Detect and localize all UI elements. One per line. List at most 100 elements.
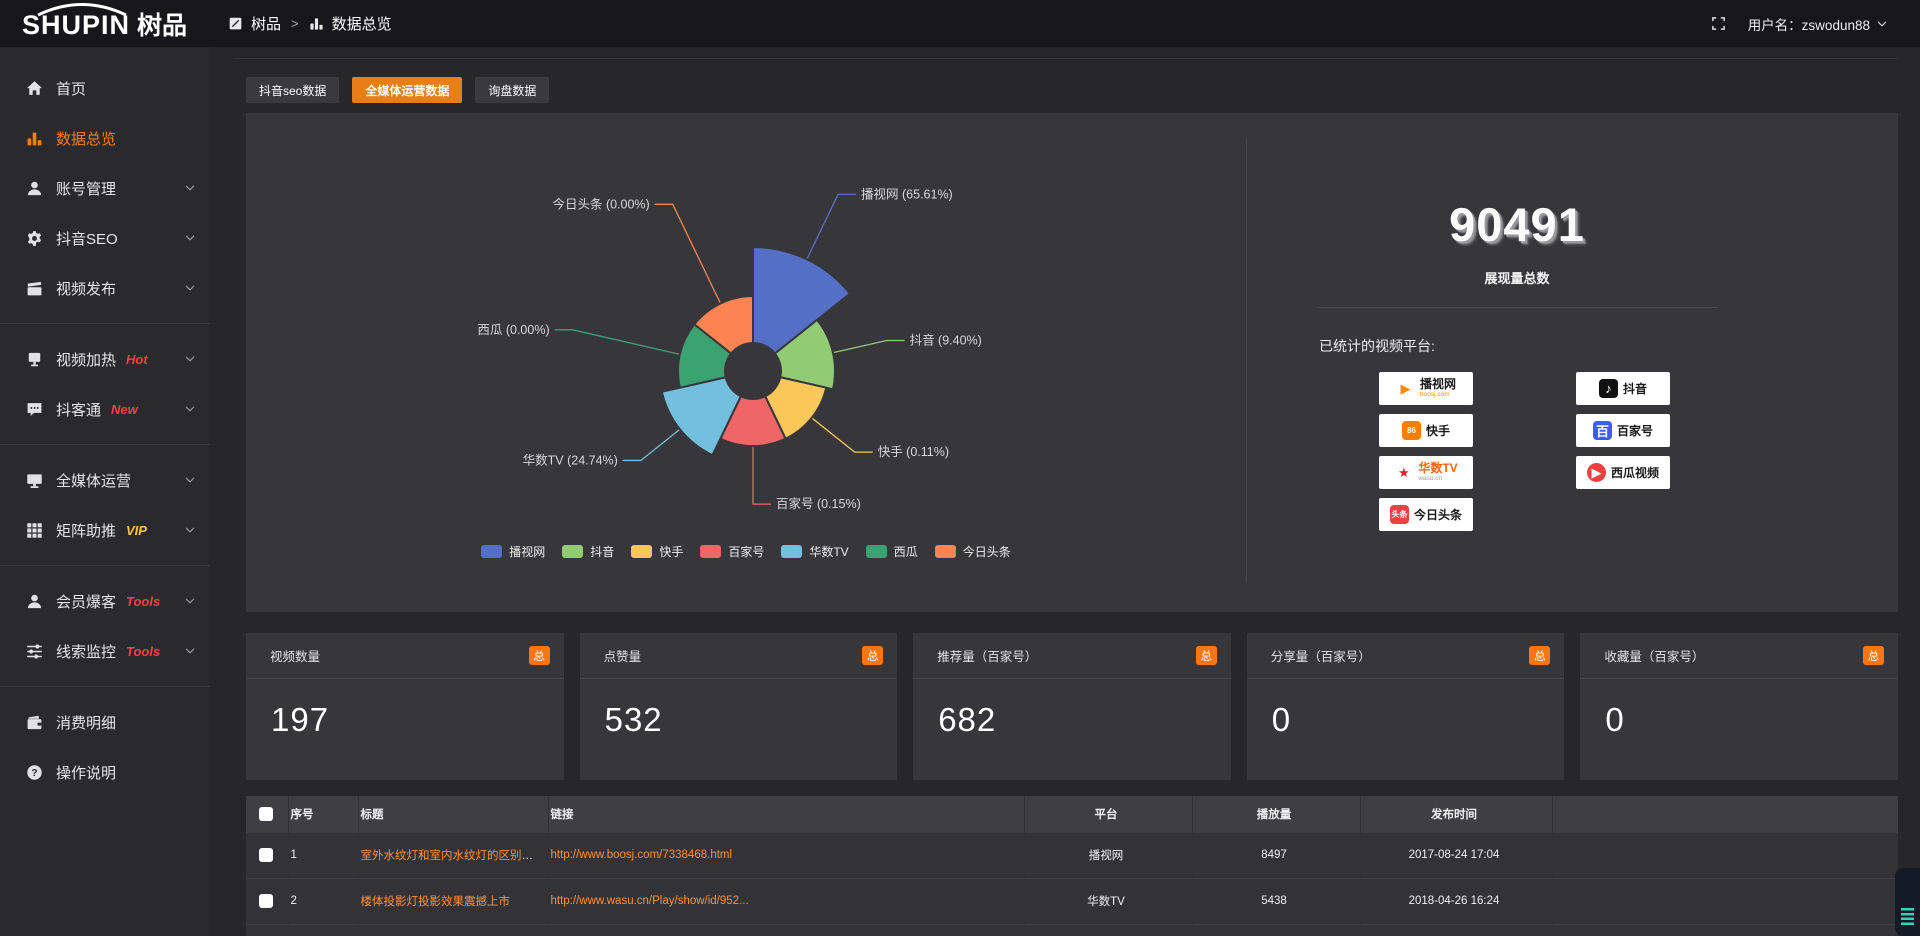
legend-item[interactable]: 西瓜: [866, 543, 918, 560]
sliders-icon: [26, 643, 43, 660]
select-all-checkbox[interactable]: [259, 807, 273, 821]
sidebar-item[interactable]: 会员爆客 Tools: [0, 576, 210, 626]
chevron-down-icon: [184, 232, 196, 244]
sidebar: 首页 数据总览 账号管理 抖音SEO 视频发布: [0, 47, 210, 936]
stat-card-value: 0: [1272, 701, 1565, 739]
legend-label: 今日头条: [963, 543, 1011, 560]
fullscreen-icon[interactable]: [1711, 16, 1726, 31]
legend-item[interactable]: 抖音: [562, 543, 614, 560]
platform-badge-label: 华数TV: [1418, 462, 1457, 474]
chevron-down-icon: [184, 524, 196, 536]
pie-label: 华数TV (24.74%): [523, 452, 618, 467]
stat-card-total-badge[interactable]: 总: [529, 646, 550, 665]
column-header: 序号: [288, 796, 358, 832]
platform-badge: 86 快手: [1379, 414, 1473, 447]
sidebar-item[interactable]: ? 操作说明: [0, 747, 210, 797]
stat-card-label: 收藏量（百家号）: [1604, 646, 1704, 665]
tab-inactive[interactable]: 抖音seo数据: [246, 77, 339, 103]
legend-item[interactable]: 快手: [631, 543, 683, 560]
stat-card: 分享量（百家号） 总 0: [1247, 633, 1565, 780]
video-title-link[interactable]: 楼体投影灯投影效果震撼上市: [361, 896, 511, 908]
legend-label: 百家号: [728, 543, 764, 560]
pie-label: 快手 (0.11%): [878, 445, 949, 459]
sidebar-item-label: 矩阵助推: [56, 520, 116, 541]
platform-badge-label: 百家号: [1617, 425, 1653, 437]
sidebar-item[interactable]: 消费明细: [0, 697, 210, 747]
stat-card: 点赞量 总 532: [580, 633, 898, 780]
column-header-empty: [1552, 796, 1898, 832]
sidebar-item-label: 数据总览: [56, 128, 116, 149]
videos-table: 序号标题链接平台播放量发布时间 1 室外水纹灯和室内水纹灯的区别和简介 http…: [246, 796, 1898, 936]
pie-label-line: [834, 341, 905, 353]
sidebar-item[interactable]: 矩阵助推 VIP: [0, 505, 210, 555]
user-icon: [26, 180, 43, 197]
chevron-down-icon: [184, 403, 196, 415]
legend-item[interactable]: 播视网: [481, 543, 545, 560]
stat-card-value: 532: [605, 701, 898, 739]
sidebar-item[interactable]: 视频发布: [0, 263, 210, 313]
stat-card-total-badge[interactable]: 总: [862, 646, 883, 665]
pie-slice[interactable]: [662, 377, 741, 455]
sidebar-item[interactable]: 视频加热 Hot: [0, 334, 210, 384]
stat-card-label: 推荐量（百家号）: [937, 646, 1037, 665]
logo-text-cn: 树品: [137, 6, 187, 42]
chevron-down-icon: [184, 353, 196, 365]
floating-widget[interactable]: [1895, 868, 1920, 936]
username-menu[interactable]: 用户名：zswodun88: [1748, 14, 1888, 34]
summary-divider: [1317, 307, 1717, 308]
sidebar-item-label: 首页: [56, 78, 86, 99]
video-title-link[interactable]: 室外水纹灯和室内水纹灯的区别和简介: [361, 850, 549, 862]
sidebar-item[interactable]: 抖客通 New: [0, 384, 210, 434]
legend-item[interactable]: 今日头条: [935, 543, 1011, 560]
legend-swatch: [562, 545, 583, 558]
table-row-clipped: [246, 924, 1898, 936]
baijiahao-logo-icon: 百: [1593, 421, 1612, 440]
stat-card-total-badge[interactable]: 总: [1529, 646, 1550, 665]
chevron-down-icon: [184, 474, 196, 486]
tab-inactive[interactable]: 询盘数据: [475, 77, 549, 103]
row-checkbox[interactable]: [259, 848, 273, 862]
sidebar-item[interactable]: 抖音SEO: [0, 213, 210, 263]
legend-label: 快手: [659, 543, 683, 560]
sidebar-item-label: 消费明细: [56, 712, 116, 733]
legend-item[interactable]: 百家号: [700, 543, 764, 560]
platform-badge-label: 今日头条: [1414, 509, 1462, 521]
cell-index: 1: [288, 832, 358, 878]
sidebar-divider: [0, 323, 210, 324]
sidebar-item[interactable]: 账号管理: [0, 163, 210, 213]
platform-badge: ▶ 播视网 boosj.com: [1379, 372, 1473, 405]
pie-label-line: [655, 204, 720, 302]
overview-panel: 播视网 (65.61%)抖音 (9.40%)快手 (0.11%)百家号 (0.1…: [246, 113, 1898, 612]
doc-icon: [228, 16, 243, 31]
wasu-logo-icon: ★: [1394, 463, 1413, 482]
stat-card-total-badge[interactable]: 总: [1863, 646, 1884, 665]
sidebar-item-label: 抖音SEO: [56, 228, 118, 249]
sidebar-item[interactable]: 全媒体运营: [0, 455, 210, 505]
table-row: 2 楼体投影灯投影效果震撼上市 http://www.wasu.cn/Play/…: [246, 878, 1898, 924]
breadcrumb-root[interactable]: 树品: [251, 13, 281, 34]
cell-platform: 华数TV: [1024, 878, 1192, 924]
sidebar-item-badge: Hot: [126, 352, 148, 367]
chevron-down-icon: [184, 182, 196, 194]
pie-label: 今日头条 (0.00%): [552, 196, 649, 211]
sidebar-item[interactable]: 线索监控 Tools: [0, 626, 210, 676]
stat-card-total-badge[interactable]: 总: [1196, 646, 1217, 665]
column-header: 标题: [358, 796, 548, 832]
legend-swatch: [866, 545, 887, 558]
stat-card: 视频数量 总 197: [246, 633, 564, 780]
sidebar-item[interactable]: 首页: [0, 63, 210, 113]
platform-badge-label: 抖音: [1623, 383, 1647, 395]
stat-card-value: 682: [938, 701, 1231, 739]
column-header: 播放量: [1192, 796, 1360, 832]
video-url-link[interactable]: http://www.wasu.cn/Play/show/id/952...: [551, 895, 749, 907]
cell-plays: 5438: [1192, 878, 1360, 924]
stat-card-label: 视频数量: [270, 646, 320, 665]
column-header: 平台: [1024, 796, 1192, 832]
sidebar-item[interactable]: 数据总览: [0, 113, 210, 163]
pie-label: 播视网 (65.61%): [861, 186, 953, 201]
tab-active[interactable]: 全媒体运营数据: [352, 77, 462, 103]
row-checkbox[interactable]: [259, 894, 273, 908]
legend-item[interactable]: 华数TV: [781, 543, 848, 560]
column-header: 发布时间: [1360, 796, 1552, 832]
video-url-link[interactable]: http://www.boosj.com/7338468.html: [551, 849, 733, 861]
